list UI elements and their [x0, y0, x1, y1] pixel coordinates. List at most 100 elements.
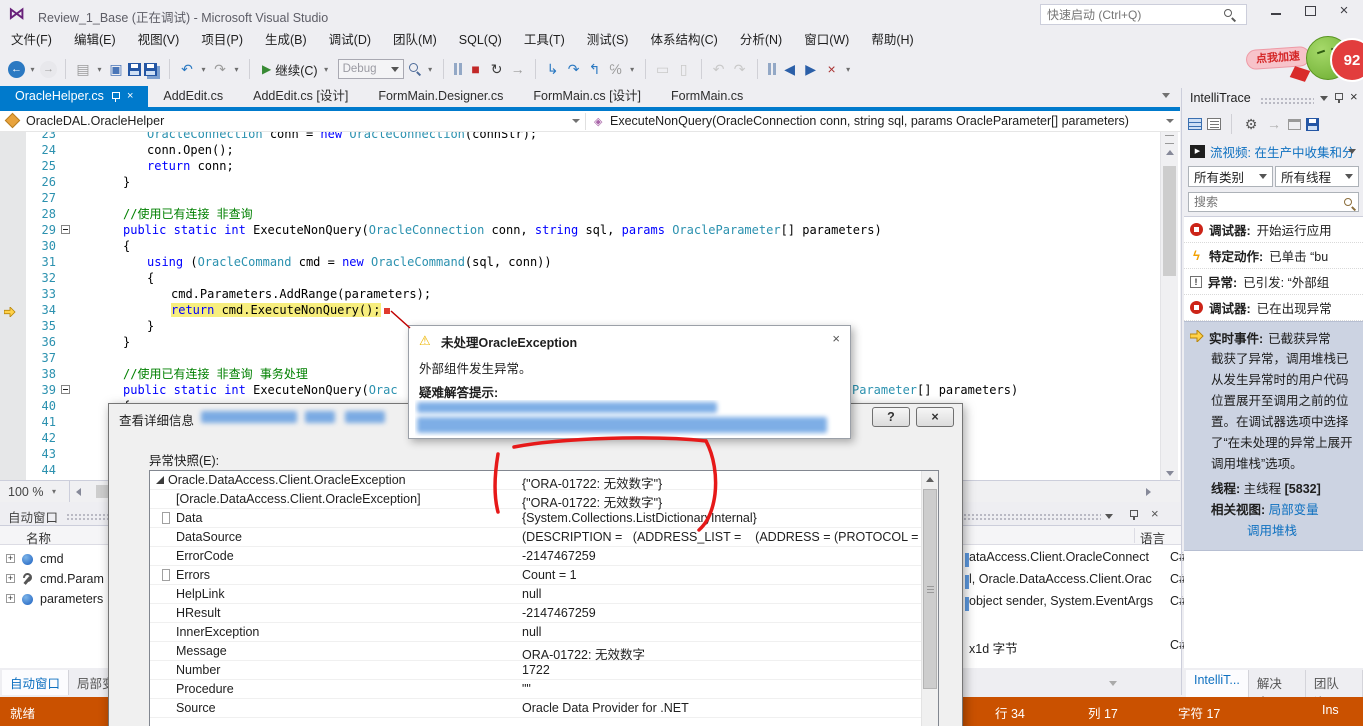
snapshot-row[interactable]: InnerException null	[150, 623, 922, 642]
callstack-drag-handle[interactable]	[943, 513, 1101, 521]
snapshot-row[interactable]: Data {System.Collections.ListDictionaryIn…	[150, 509, 922, 528]
stop-icon[interactable]: ■	[467, 59, 485, 79]
name-column-header[interactable]: 名称	[26, 528, 51, 547]
scroll-right-icon[interactable]	[1146, 488, 1151, 496]
video-promo-row[interactable]: ▶ 流视频: 在生产中收集和分	[1190, 142, 1358, 160]
dialog-help-button[interactable]: ?	[872, 407, 910, 427]
find-caret[interactable]: ▾	[426, 65, 435, 74]
event-item[interactable]: ϟ 特定动作: 已单击 “bu	[1184, 243, 1363, 269]
callstack-dropdown-caret-icon[interactable]	[1109, 681, 1117, 686]
undo-icon[interactable]: ↶	[178, 59, 196, 79]
thread-filter-dropdown[interactable]: 所有线程	[1275, 166, 1359, 187]
snapshot-row[interactable]: Oracle.DataAccess.Client.OracleException…	[150, 471, 922, 491]
step-over-icon[interactable]: ↷	[565, 59, 583, 79]
intellitrace-menu-caret-icon[interactable]	[1320, 96, 1328, 101]
intellitrace-drag-handle[interactable]	[1260, 97, 1314, 105]
type-dropdown[interactable]: OracleDAL.OracleHelper	[26, 114, 164, 128]
tree-expand-icon[interactable]: +	[6, 574, 15, 583]
callstack-menu-caret-icon[interactable]	[1105, 514, 1113, 519]
hex-icon[interactable]: ℅	[607, 59, 625, 79]
snapshot-row[interactable]: Message ORA-01722: 无效数字	[150, 642, 922, 662]
related-view-link[interactable]: 局部变量	[1269, 503, 1319, 517]
debug-target-combo[interactable]: Debug	[337, 59, 404, 79]
snapshot-row[interactable]: Number 1722	[150, 661, 922, 680]
nav-redo-icon[interactable]: ↷	[731, 59, 749, 79]
goto-event-icon[interactable]: →	[1265, 114, 1283, 134]
tree-expanded-icon[interactable]	[156, 476, 164, 484]
video-link[interactable]: 流视频: 在生产中收集和分	[1210, 142, 1354, 160]
snapshot-row[interactable]: HelpLink null	[150, 585, 922, 604]
intellitrace-search-box[interactable]	[1188, 192, 1359, 212]
vertical-scroll-thumb[interactable]	[1163, 166, 1176, 276]
menu-item-12[interactable]: 窗口(W)	[793, 28, 860, 52]
settings-gear-icon[interactable]: ⚙	[1242, 114, 1260, 134]
menu-item-4[interactable]: 生成(B)	[254, 28, 318, 52]
scroll-down-icon[interactable]	[1166, 471, 1174, 476]
continue-button[interactable]: ▶ 继续(C) ▾	[258, 60, 335, 79]
dialog-scrollbar[interactable]	[921, 471, 938, 726]
events-caret[interactable]: ▾	[844, 65, 853, 74]
menu-item-11[interactable]: 分析(N)	[729, 28, 793, 52]
add-item-icon[interactable]: ▣	[107, 59, 125, 79]
menu-item-5[interactable]: 调试(D)	[318, 28, 382, 52]
intellitrace-close-icon[interactable]: ×	[1350, 89, 1358, 104]
tree-collapsed-icon[interactable]	[162, 512, 170, 524]
minimize-button[interactable]	[1262, 0, 1290, 22]
nav-back-caret[interactable]: ▾	[28, 65, 37, 74]
pause-icon[interactable]	[452, 63, 464, 75]
related-view-link[interactable]: 调用堆栈	[1247, 524, 1297, 538]
panel-splitter[interactable]	[1181, 88, 1182, 695]
callstack-frame[interactable]: l, Oracle.DataAccess.Client.Orac C#	[969, 572, 1186, 592]
new-file-caret[interactable]: ▾	[95, 65, 104, 74]
editor-zoom-control[interactable]: 100 % ▾	[0, 481, 70, 502]
fold-collapse-icon[interactable]	[61, 385, 70, 394]
quick-launch-box[interactable]	[1040, 4, 1247, 25]
clear-events-icon[interactable]: ×	[823, 59, 841, 79]
redo-icon[interactable]: ↷	[211, 59, 229, 79]
restart-icon[interactable]: ↻	[488, 59, 506, 79]
snapshot-row[interactable]: Errors Count = 1	[150, 566, 922, 585]
undo-caret[interactable]: ▾	[199, 65, 208, 74]
nav-back-icon[interactable]: ←	[8, 60, 25, 78]
block-icon[interactable]: ▭	[654, 59, 672, 79]
snapshot-row[interactable]: ErrorCode -2147467259	[150, 547, 922, 566]
next-event-icon[interactable]: ▶	[802, 59, 820, 79]
tab-AddEdit.cs-[interactable]: AddEdit.cs [设计]	[238, 86, 363, 107]
save-log-icon[interactable]	[1306, 117, 1319, 131]
dialog-close-button[interactable]: ×	[916, 407, 954, 427]
snapshot-row[interactable]: Source Oracle Data Provider for .NET	[150, 699, 922, 718]
close-button[interactable]: ×	[1330, 0, 1358, 22]
find-icon[interactable]	[407, 61, 423, 77]
callstack-close-icon[interactable]: ×	[1151, 506, 1159, 521]
next-statement-icon[interactable]: →	[509, 59, 527, 79]
tree-collapsed-icon[interactable]	[162, 569, 170, 581]
menu-item-8[interactable]: 工具(T)	[513, 28, 576, 52]
restore-button[interactable]	[1296, 0, 1324, 22]
tab-FormMain.cs-[interactable]: FormMain.cs [设计]	[518, 86, 656, 107]
frame-icon[interactable]: ▯	[675, 59, 693, 79]
callstack-column-header[interactable]: 语言	[933, 526, 1181, 546]
tool-tab-自动窗口[interactable]: 自动窗口	[2, 670, 70, 695]
intellitrace-pin-icon[interactable]	[1334, 92, 1343, 103]
event-item[interactable]: 调试器: 已在出现异常	[1184, 295, 1363, 321]
snapshot-row[interactable]: [Oracle.DataAccess.Client.OracleExceptio…	[150, 490, 922, 510]
step-out-icon[interactable]: ↰	[586, 59, 604, 79]
callstack-frame[interactable]: ataAccess.Client.OracleConnect C#	[969, 550, 1186, 570]
scroll-left-icon[interactable]	[76, 488, 81, 496]
nav-undo-icon[interactable]: ↶	[710, 59, 728, 79]
scroll-up-icon[interactable]	[1166, 150, 1174, 155]
nav-forward-icon[interactable]: →	[40, 60, 57, 78]
snapshot-row[interactable]: Procedure ""	[150, 680, 922, 699]
snapshot-row[interactable]: DataSource (DESCRIPTION = (ADDRESS_LIST =…	[150, 528, 922, 547]
menu-item-0[interactable]: 文件(F)	[0, 28, 63, 52]
hex-caret[interactable]: ▾	[628, 65, 637, 74]
callstack-frame[interactable]: object sender, System.EventArgs C#	[969, 594, 1186, 614]
live-event-item-selected[interactable]: 实时事件: 已截获异常 截获了异常，调用堆栈已从发生异常时的用户代码位置展开至调用…	[1184, 321, 1363, 551]
menu-item-9[interactable]: 测试(S)	[576, 28, 640, 52]
video-caret-icon[interactable]	[1348, 148, 1356, 154]
save-all-icon[interactable]	[144, 62, 157, 76]
menu-item-10[interactable]: 体系结构(C)	[639, 28, 728, 52]
tab-FormMain.Designer.cs[interactable]: FormMain.Designer.cs	[363, 86, 518, 107]
pause-events-icon[interactable]	[766, 63, 778, 75]
menu-item-7[interactable]: SQL(Q)	[448, 28, 513, 52]
